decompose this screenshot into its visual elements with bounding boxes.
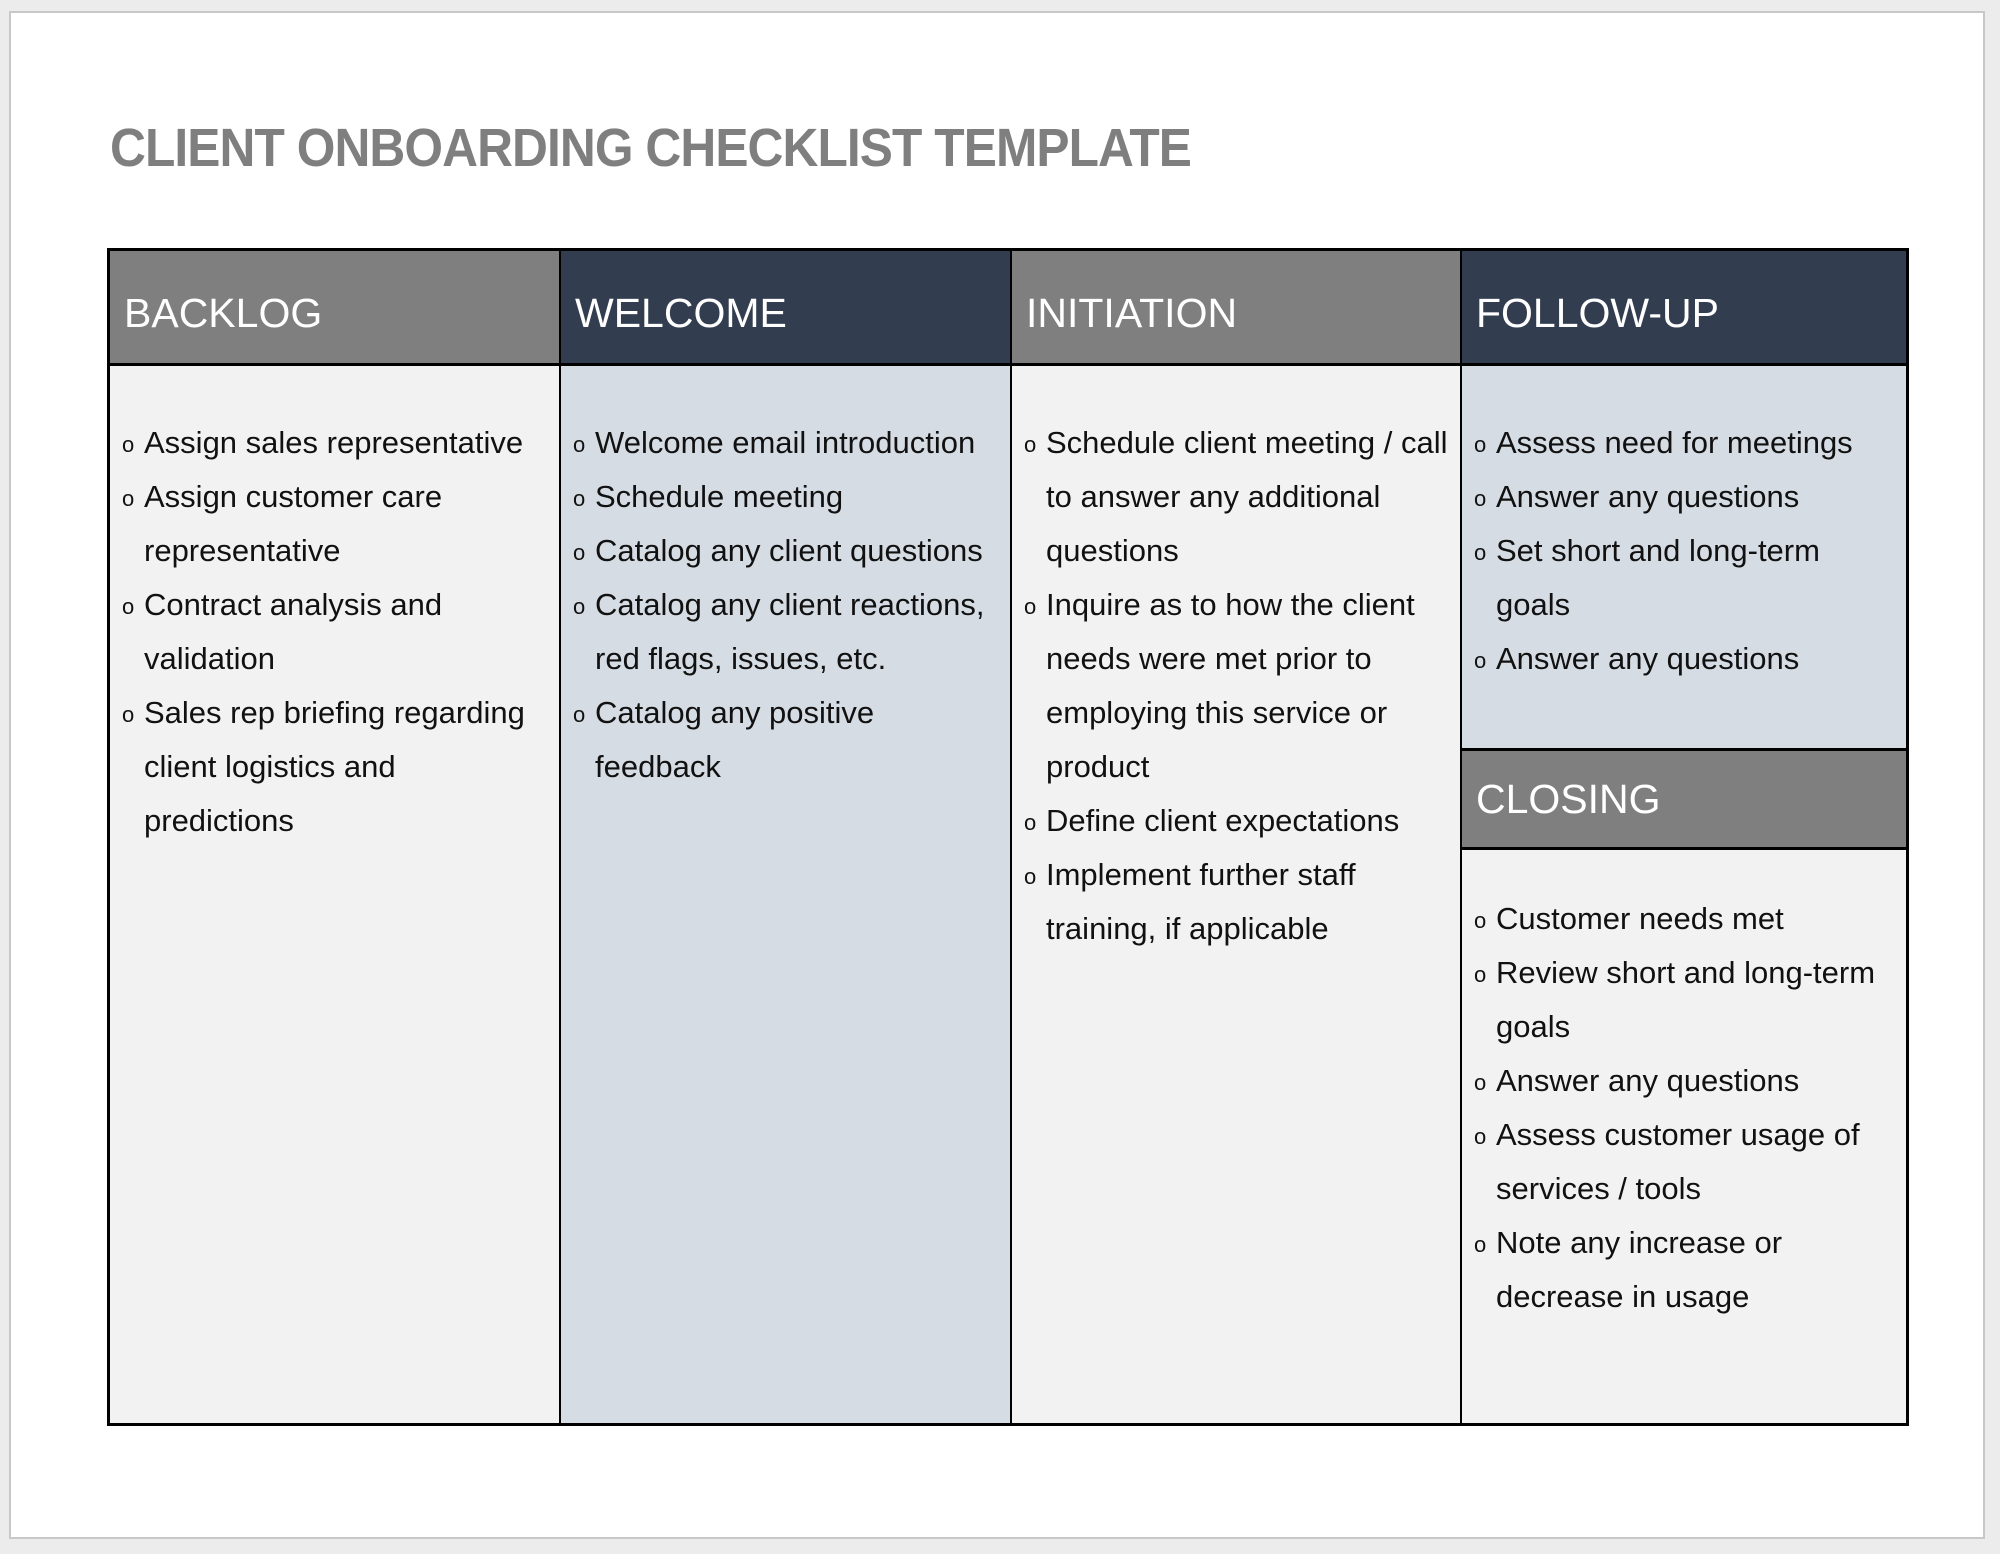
item-text: Welcome email introduction	[595, 425, 976, 460]
column-body-follow-up: o Assess need for meetings o Answer any qu…	[1462, 366, 1906, 751]
bullet-icon: o	[1474, 432, 1487, 457]
checklist-item: o Inquire as to how the client needs were…	[1024, 578, 1450, 794]
checklist-item: o Catalog any client reactions, red flags…	[573, 578, 1000, 686]
bullet-icon: o	[1024, 594, 1037, 619]
item-text: Assign sales representative	[144, 425, 524, 460]
checklist-item: o Catalog any client questions	[573, 524, 1000, 578]
column-body-initiation: o Schedule client meeting / call to answe…	[1012, 366, 1460, 1423]
checklist-follow-up: o Assess need for meetings o Answer any qu…	[1474, 416, 1896, 686]
item-text: Implement further staff training, if app…	[1046, 857, 1356, 946]
column-body-backlog: o Assign sales representative o Assign cus…	[110, 366, 559, 1423]
checklist-item: o Note any increase or decrease in usage	[1474, 1216, 1896, 1324]
column-header-closing: CLOSING	[1462, 751, 1906, 850]
checklist-item: o Contract analysis and validation	[122, 578, 549, 686]
checklist-item: o Customer needs met	[1474, 892, 1896, 946]
item-text: Assess need for meetings	[1496, 425, 1853, 460]
bullet-icon: o	[1474, 1124, 1487, 1149]
checklist-closing: o Customer needs met o Review short and lo…	[1474, 892, 1896, 1324]
column-follow-up-closing: FOLLOW-UP o Assess need for meetings o Ans…	[1462, 251, 1906, 1423]
checklist-item: o Assess customer usage of services / too…	[1474, 1108, 1896, 1216]
column-body-closing: o Customer needs met o Review short and lo…	[1462, 850, 1906, 1423]
item-text: Catalog any client questions	[595, 533, 983, 568]
bullet-icon: o	[573, 540, 586, 565]
checklist-item: o Review short and long-term goals	[1474, 946, 1896, 1054]
bullet-icon: o	[122, 486, 135, 511]
checklist-item: o Set short and long-term goals	[1474, 524, 1896, 632]
checklist-item: o Assign customer care representative	[122, 470, 549, 578]
item-text: Sales rep briefing regarding client logi…	[144, 695, 525, 838]
item-text: Note any increase or decrease in usage	[1496, 1225, 1783, 1314]
item-text: Customer needs met	[1496, 901, 1784, 936]
column-initiation: INITIATION o Schedule client meeting / ca…	[1012, 251, 1462, 1423]
checklist-item: o Assign sales representative	[122, 416, 549, 470]
checklist-item: o Welcome email introduction	[573, 416, 1000, 470]
bullet-icon: o	[122, 702, 135, 727]
item-text: Catalog any positive feedback	[595, 695, 875, 784]
bullet-icon: o	[1474, 962, 1487, 987]
document-page: CLIENT ONBOARDING CHECKLIST TEMPLATE BAC…	[9, 11, 1985, 1539]
bullet-icon: o	[1024, 864, 1037, 889]
bullet-icon: o	[573, 432, 586, 457]
checklist-item: o Assess need for meetings	[1474, 416, 1896, 470]
item-text: Assess customer usage of services / tool…	[1496, 1117, 1860, 1206]
bullet-icon: o	[1474, 486, 1487, 511]
item-text: Contract analysis and validation	[144, 587, 443, 676]
bullet-icon: o	[122, 594, 135, 619]
checklist-backlog: o Assign sales representative o Assign cus…	[122, 416, 549, 848]
checklist-item: o Sales rep briefing regarding client log…	[122, 686, 549, 848]
item-text: Catalog any client reactions, red flags,…	[595, 587, 985, 676]
checklist-board: BACKLOG o Assign sales representative o As…	[107, 248, 1909, 1426]
column-header-backlog: BACKLOG	[110, 251, 559, 366]
bullet-icon: o	[573, 702, 586, 727]
checklist-item: o Implement further staff training, if ap…	[1024, 848, 1450, 956]
checklist-item: o Answer any questions	[1474, 1054, 1896, 1108]
bullet-icon: o	[1474, 648, 1487, 673]
item-text: Define client expectations	[1046, 803, 1400, 838]
column-header-initiation: INITIATION	[1012, 251, 1460, 366]
bullet-icon: o	[1474, 1232, 1487, 1257]
column-header-follow-up: FOLLOW-UP	[1462, 251, 1906, 366]
item-text: Review short and long-term goals	[1496, 955, 1876, 1044]
column-header-welcome: WELCOME	[561, 251, 1010, 366]
page-title: CLIENT ONBOARDING CHECKLIST TEMPLATE	[110, 118, 1192, 178]
bullet-icon: o	[1024, 810, 1037, 835]
column-backlog: BACKLOG o Assign sales representative o As…	[110, 251, 561, 1423]
bullet-icon: o	[1474, 1070, 1487, 1095]
checklist-item: o Answer any questions	[1474, 470, 1896, 524]
checklist-item: o Define client expectations	[1024, 794, 1450, 848]
checklist-welcome: o Welcome email introduction o Schedule me…	[573, 416, 1000, 794]
item-text: Inquire as to how the client needs were …	[1046, 587, 1415, 784]
checklist-item: o Schedule meeting	[573, 470, 1000, 524]
checklist-item: o Catalog any positive feedback	[573, 686, 1000, 794]
checklist-item: o Answer any questions	[1474, 632, 1896, 686]
bullet-icon: o	[573, 594, 586, 619]
item-text: Answer any questions	[1496, 1063, 1800, 1098]
item-text: Schedule client meeting / call to answer…	[1046, 425, 1448, 568]
column-body-welcome: o Welcome email introduction o Schedule me…	[561, 366, 1010, 1423]
column-welcome: WELCOME o Welcome email introduction o Sch…	[561, 251, 1012, 1423]
item-text: Answer any questions	[1496, 479, 1800, 514]
item-text: Schedule meeting	[595, 479, 844, 514]
bullet-icon: o	[573, 486, 586, 511]
bullet-icon: o	[122, 432, 135, 457]
checklist-initiation: o Schedule client meeting / call to answe…	[1024, 416, 1450, 956]
item-text: Assign customer care representative	[144, 479, 443, 568]
bullet-icon: o	[1474, 540, 1487, 565]
item-text: Answer any questions	[1496, 641, 1800, 676]
checklist-item: o Schedule client meeting / call to answe…	[1024, 416, 1450, 578]
item-text: Set short and long-term goals	[1496, 533, 1820, 622]
bullet-icon: o	[1474, 908, 1487, 933]
bullet-icon: o	[1024, 432, 1037, 457]
